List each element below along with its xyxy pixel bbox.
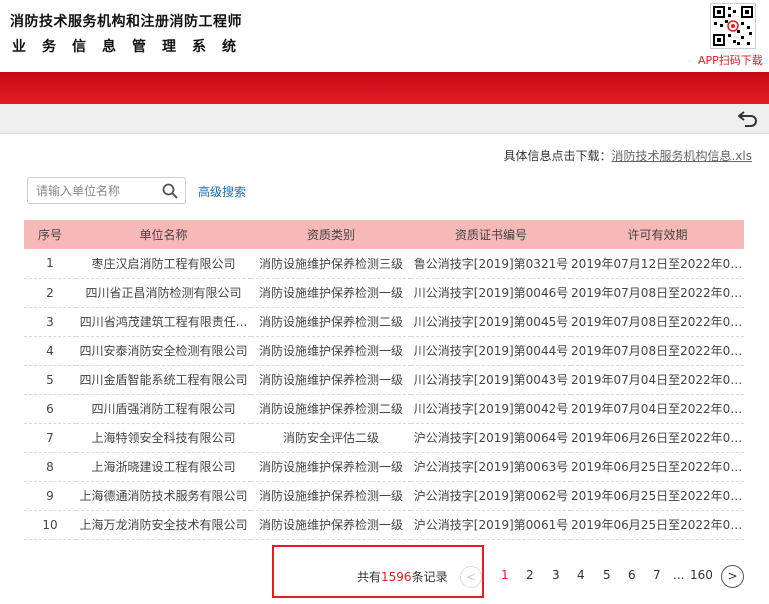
cell-validity: 2019年06月26日至2022年06... [571, 431, 744, 445]
col-header-validity: 许可有效期 [627, 228, 688, 242]
cell-certificate-no: 沪公消技字[2019]第0064号 [413, 431, 569, 445]
page-4[interactable]: 4 [577, 568, 585, 582]
table-row[interactable]: 3 四川省鸿茂建筑工程有限责任... 消防设施维护保养检测二级 川公消技字[2019]… [24, 307, 744, 336]
cell-qualification-type: 消防设施维护保养检测一级 [258, 344, 403, 358]
cell-validity: 2019年07月08日至2022年07... [571, 315, 744, 329]
cell-validity: 2019年06月25日至2022年06... [571, 518, 744, 532]
cell-unit-name: 枣庄汉启消防工程有限公司 [91, 256, 236, 271]
download-prefix: 具体信息点击下载： [503, 149, 612, 163]
page-1[interactable]: 1 [501, 568, 509, 582]
col-header-index: 序号 [37, 228, 62, 242]
cell-qualification-type: 消防设施维护保养检测一级 [258, 489, 403, 503]
total-suffix: 条记录 [411, 570, 448, 584]
total-prefix: 共有 [357, 570, 382, 584]
table-row[interactable]: 2 四川省正昌消防检测有限公司 消防设施维护保养检测一级 川公消技字[2019]第00… [24, 278, 744, 307]
qr-code-icon [710, 3, 756, 49]
cell-qualification-type: 消防设施维护保养检测三级 [258, 256, 403, 271]
cell-certificate-no: 川公消技字[2019]第0042号 [413, 402, 569, 416]
page-2[interactable]: 2 [526, 568, 534, 582]
cell-validity: 2019年06月25日至2022年06... [571, 489, 744, 503]
cell-index: 6 [46, 401, 54, 416]
col-header-qualification-type: 资质类别 [306, 228, 355, 242]
cell-index: 8 [46, 459, 54, 474]
table-row[interactable]: 9 上海德通消防技术服务有限公司 消防设施维护保养检测一级 沪公消技字[2019]第0… [24, 481, 744, 510]
page-ellipsis: ... [673, 568, 685, 582]
cell-index: 5 [46, 372, 54, 387]
cell-certificate-no: 沪公消技字[2019]第0063号 [413, 460, 569, 474]
page-5[interactable]: 5 [603, 568, 611, 582]
cell-unit-name: 四川金盾智能系统工程有限公司 [79, 373, 248, 387]
prev-page-button[interactable]: < [460, 566, 482, 588]
cell-certificate-no: 川公消技字[2019]第0046号 [413, 286, 569, 300]
cell-unit-name: 上海德通消防技术服务有限公司 [79, 489, 248, 503]
page-last[interactable]: 160 [690, 568, 713, 582]
cell-unit-name: 上海万龙消防安全技术有限公司 [79, 518, 248, 532]
app-download-label: APP扫码下载 [698, 54, 763, 67]
cell-index: 1 [46, 256, 54, 271]
cell-qualification-type: 消防安全评估二级 [282, 431, 379, 445]
results-table: 序号 单位名称 资质类别 资质证书编号 许可有效期 1 枣庄汉启消防工程有限公司消… [24, 220, 744, 541]
cell-validity: 2019年07月12日至2022年07... [571, 256, 744, 271]
table-row[interactable]: 6 四川盾强消防工程有限公司 消防设施维护保养检测二级 川公消技字[2019]第004… [24, 394, 744, 423]
cell-certificate-no: 沪公消技字[2019]第0061号 [413, 518, 569, 532]
table-row[interactable]: 1 枣庄汉启消防工程有限公司 消防设施维护保养检测三级 鲁公消技字[2019]第032… [24, 249, 744, 278]
total-count: 1596 [381, 570, 412, 584]
total-records: 共有1596条记录 [357, 568, 448, 585]
table-row[interactable]: 8 上海浙晓建设工程有限公司 消防设施维护保养检测一级 沪公消技字[2019]第006… [24, 452, 744, 481]
col-header-unit-name: 单位名称 [139, 228, 188, 242]
nav-banner [0, 72, 769, 104]
table-header-row: 序号 单位名称 资质类别 资质证书编号 许可有效期 [24, 220, 744, 249]
cell-certificate-no: 川公消技字[2019]第0045号 [413, 315, 569, 329]
next-page-button[interactable]: > [721, 565, 744, 588]
cell-qualification-type: 消防设施维护保养检测二级 [258, 402, 403, 416]
cell-qualification-type: 消防设施维护保养检测一级 [258, 373, 403, 387]
page-7[interactable]: 7 [653, 568, 661, 582]
cell-unit-name: 上海特领安全科技有限公司 [91, 431, 236, 445]
cell-index: 4 [46, 343, 54, 358]
cell-validity: 2019年07月08日至2022年07... [571, 344, 744, 358]
page-3[interactable]: 3 [552, 568, 560, 582]
table-row[interactable]: 10 上海万龙消防安全技术有限公司 消防设施维护保养检测一级 沪公消技字[2019]第… [24, 510, 744, 539]
cell-qualification-type: 消防设施维护保养检测一级 [258, 286, 403, 300]
download-info: 具体信息点击下载：消防技术服务机构信息.xls [503, 147, 752, 164]
cell-unit-name: 上海浙晓建设工程有限公司 [91, 460, 236, 474]
cell-certificate-no: 沪公消技字[2019]第0062号 [413, 489, 569, 503]
cell-certificate-no: 鲁公消技字[2019]第0321号 [413, 256, 569, 271]
cell-qualification-type: 消防设施维护保养检测二级 [258, 315, 403, 329]
cell-validity: 2019年06月25日至2022年06... [571, 460, 744, 474]
cell-unit-name: 四川省正昌消防检测有限公司 [85, 286, 242, 300]
advanced-search-link[interactable]: 高级搜索 [198, 183, 246, 200]
search-input[interactable] [28, 178, 153, 203]
cell-certificate-no: 川公消技字[2019]第0043号 [413, 373, 569, 387]
cell-unit-name: 四川安泰消防安全检测有限公司 [79, 344, 248, 358]
cell-validity: 2019年07月04日至2022年07... [571, 402, 744, 416]
table-row[interactable]: 7 上海特领安全科技有限公司 消防安全评估二级 沪公消技字[2019]第0064号 20… [24, 423, 744, 452]
cell-qualification-type: 消防设施维护保养检测一级 [258, 518, 403, 532]
cell-index: 3 [46, 314, 54, 329]
system-title-line2: 业务信息管理系统 [12, 39, 252, 55]
table-row[interactable]: 4 四川安泰消防安全检测有限公司 消防设施维护保养检测一级 川公消技字[2019]第0… [24, 336, 744, 365]
back-arrow-icon[interactable] [737, 109, 759, 129]
cell-certificate-no: 川公消技字[2019]第0044号 [413, 344, 569, 358]
cell-validity: 2019年07月04日至2022年07... [571, 373, 744, 387]
cell-index: 2 [46, 285, 54, 300]
col-header-certificate-no: 资质证书编号 [454, 228, 527, 242]
cell-index: 9 [46, 488, 54, 503]
toolbar [0, 104, 769, 134]
search-box [27, 177, 186, 204]
table-row[interactable]: 5 四川金盾智能系统工程有限公司 消防设施维护保养检测一级 川公消技字[2019]第0… [24, 365, 744, 394]
cell-index: 10 [42, 517, 58, 532]
site-header: 消防技术服务机构和注册消防工程师 业务信息管理系统 APP扫码下载 [0, 0, 769, 72]
cell-validity: 2019年07月08日至2022年07... [571, 286, 744, 300]
cell-unit-name: 四川省鸿茂建筑工程有限责任... [79, 315, 248, 329]
search-icon[interactable] [161, 182, 179, 200]
download-xls-link[interactable]: 消防技术服务机构信息.xls [611, 149, 752, 163]
page-6[interactable]: 6 [628, 568, 636, 582]
cell-index: 7 [46, 430, 54, 445]
system-title-line1: 消防技术服务机构和注册消防工程师 [10, 14, 242, 30]
cell-unit-name: 四川盾强消防工程有限公司 [91, 402, 236, 416]
cell-qualification-type: 消防设施维护保养检测一级 [258, 460, 403, 474]
